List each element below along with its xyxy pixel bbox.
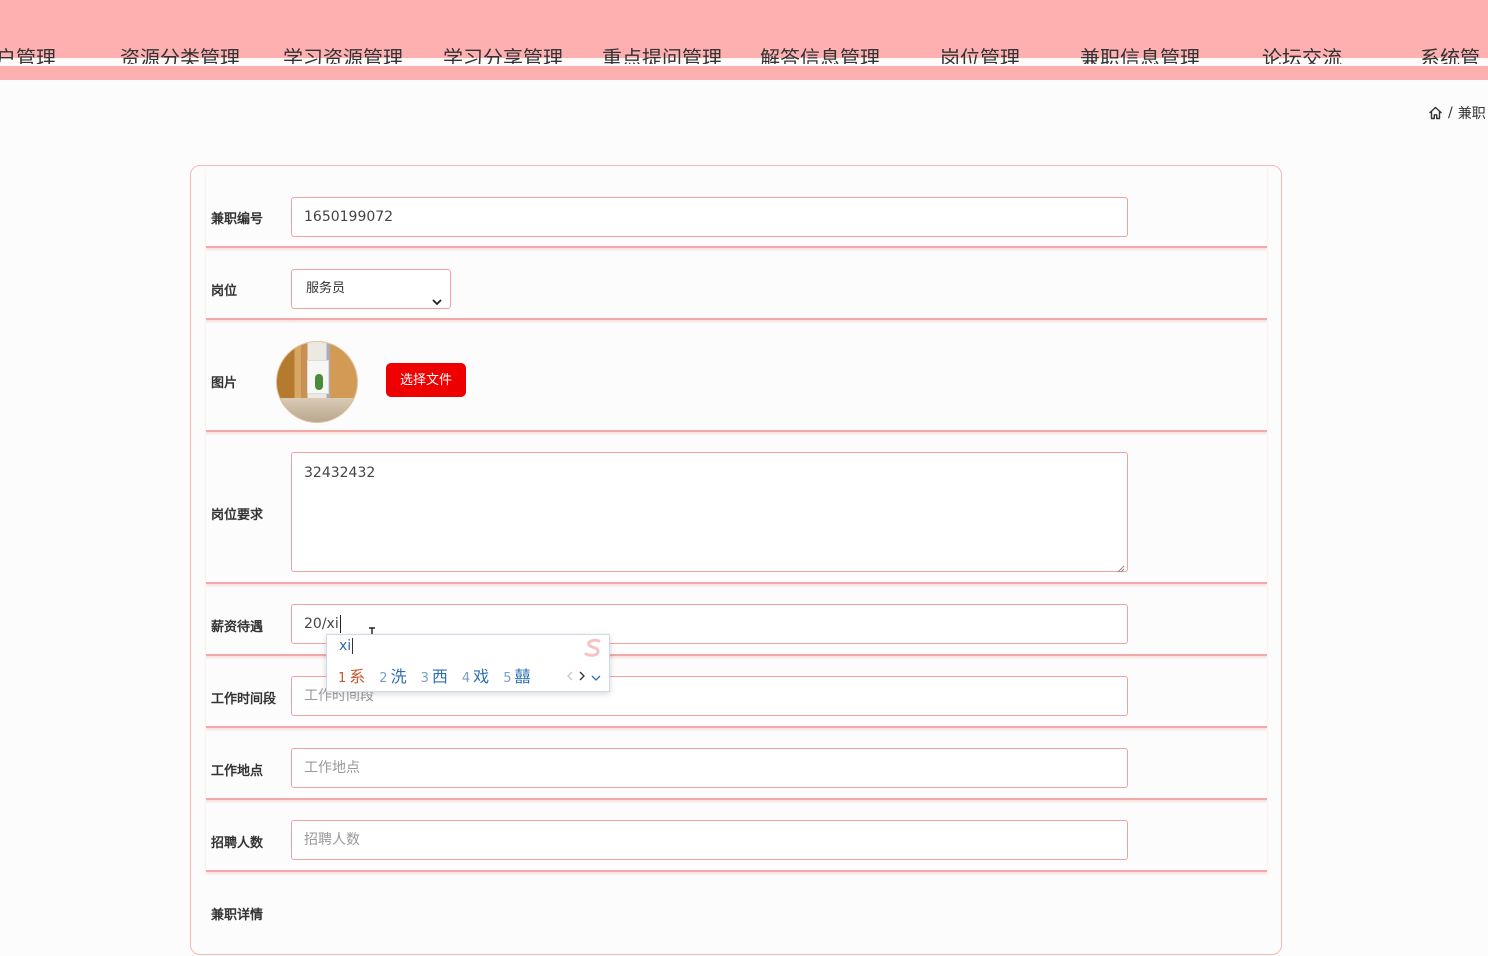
ime-candidate-number: 5 [503, 671, 512, 686]
position-select-value: 服务员 [306, 281, 346, 296]
form-row-details: 兼职详情 [206, 872, 1267, 956]
nav-item-answer-info[interactable]: 解答信息管理 [760, 42, 880, 64]
ime-candidate-char: 西 [431, 667, 448, 686]
requirements-value: 32432432 [304, 465, 376, 481]
ime-candidate-number: 2 [379, 671, 388, 686]
form-row-picture: 图片 [206, 320, 1267, 432]
form-panel: 兼职编号 1650199072 岗位 服务员 图片 选择文件 岗位要求 3243… [190, 165, 1282, 955]
nav-item-key-questions[interactable]: 重点提问管理 [602, 42, 722, 64]
text-caret [339, 615, 341, 633]
form-row-hire-count: 招聘人数 招聘人数 [206, 800, 1267, 872]
thumbnail-floor [277, 398, 357, 422]
form-row-position: 岗位 服务员 [206, 248, 1267, 320]
ime-logo-icon [579, 635, 607, 661]
work-place-label: 工作地点 [211, 764, 264, 779]
hire-count-label: 招聘人数 [211, 836, 264, 851]
ime-candidate-number: 3 [420, 671, 429, 686]
uploaded-picture-thumbnail [276, 341, 358, 423]
requirements-label: 岗位要求 [211, 508, 264, 523]
nav-item-parttime-info[interactable]: 兼职信息管理 [1080, 42, 1200, 64]
nav-item-learning-share[interactable]: 学习分享管理 [443, 42, 563, 64]
ime-candidate-list: 1系 2洗 3西 4戏 5囍 [338, 663, 530, 687]
ime-candidate-char: 囍 [514, 667, 531, 686]
breadcrumb-current: 兼职 [1457, 106, 1486, 122]
work-time-label: 工作时间段 [211, 692, 277, 707]
top-header: 户管理 资源分类管理 学习资源管理 学习分享管理 重点提问管理 解答信息管理 岗… [0, 0, 1488, 80]
ime-composition-text: xi [339, 638, 352, 654]
hire-count-input[interactable]: 招聘人数 [291, 820, 1128, 860]
work-place-input[interactable]: 工作地点 [291, 748, 1128, 788]
ime-candidate[interactable]: 2洗 [379, 663, 406, 687]
thumbnail-plant [315, 374, 324, 390]
nav-item-position-management[interactable]: 岗位管理 [940, 42, 1020, 64]
nav-item-user-management[interactable]: 户管理 [0, 42, 56, 64]
form-row-work-place: 工作地点 工作地点 [206, 728, 1267, 800]
choose-file-button[interactable]: 选择文件 [386, 363, 466, 397]
nav-item-forum[interactable]: 论坛交流 [1262, 42, 1342, 64]
form-row-requirements: 岗位要求 32432432 [206, 432, 1267, 584]
ime-candidate-char: 系 [349, 667, 366, 686]
ime-candidate-window: xi 1系 2洗 3西 4戏 5囍 [326, 634, 610, 692]
picture-label: 图片 [211, 376, 238, 391]
job-number-input[interactable]: 1650199072 [291, 197, 1128, 237]
salary-label: 薪资待遇 [211, 620, 264, 635]
ime-candidate-char: 洗 [390, 667, 407, 686]
chevron-left-icon[interactable] [567, 666, 573, 685]
ime-candidate[interactable]: 3西 [421, 663, 448, 687]
resize-grip-icon[interactable] [1117, 561, 1125, 573]
ime-candidate-number: 4 [461, 671, 471, 686]
details-label: 兼职详情 [211, 908, 264, 923]
ime-candidate[interactable]: 4戏 [462, 663, 489, 687]
ime-candidate-char: 戏 [473, 667, 490, 686]
ime-pager [567, 666, 601, 685]
chevron-down-icon [432, 284, 442, 322]
position-select[interactable]: 服务员 [291, 269, 451, 309]
form-row-job-number: 兼职编号 1650199072 [206, 166, 1267, 248]
nav-item-learning-resource[interactable]: 学习资源管理 [283, 42, 403, 64]
nav-menu: 户管理 资源分类管理 学习资源管理 学习分享管理 重点提问管理 解答信息管理 岗… [0, 42, 1488, 64]
job-number-label: 兼职编号 [211, 212, 264, 227]
nav-item-system-management[interactable]: 系统管 [1420, 42, 1480, 64]
ime-candidate[interactable]: 5囍 [503, 663, 530, 687]
requirements-textarea[interactable]: 32432432 [291, 452, 1128, 573]
position-label: 岗位 [211, 284, 238, 299]
ime-candidate-number: 1 [338, 671, 347, 686]
nav-item-resource-category[interactable]: 资源分类管理 [120, 42, 240, 64]
ime-caret [352, 638, 354, 654]
chevron-down-icon[interactable] [591, 666, 601, 685]
home-icon[interactable] [1428, 106, 1443, 120]
salary-value: 20/xi [304, 616, 339, 632]
chevron-right-icon[interactable] [579, 666, 585, 685]
breadcrumb-separator: / [1448, 105, 1453, 121]
ime-composition: xi [339, 638, 354, 654]
ime-candidate[interactable]: 1系 [338, 663, 365, 687]
breadcrumb: / 兼职 [1428, 103, 1486, 123]
